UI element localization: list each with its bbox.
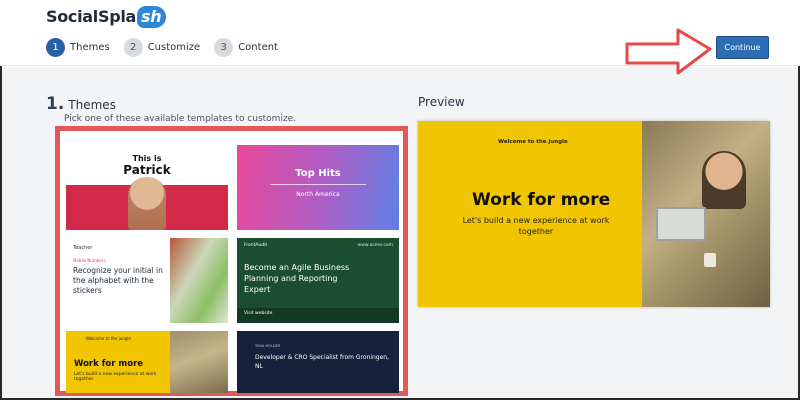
step-themes[interactable]: 1 Themes xyxy=(46,38,110,57)
preview-headline: Work for more xyxy=(472,190,611,210)
preview-photo xyxy=(642,121,770,307)
card-footer: Visit website xyxy=(237,308,399,323)
template-card-top-hits[interactable]: Top Hits North America xyxy=(237,145,399,230)
template-card-teacher[interactable]: Teacher Mobile Numbers Recognize your in… xyxy=(66,238,228,323)
card-photo xyxy=(170,238,228,323)
preview-brand: Welcome to the jungle xyxy=(498,139,568,145)
template-card-frontaudit[interactable]: FrontAudit www.acme.com Become an Agile … xyxy=(237,238,399,323)
card-brand: Welcome to the jungle xyxy=(86,336,131,341)
card-title: Top Hits xyxy=(295,168,341,179)
card-title: Work for more xyxy=(74,359,144,369)
cup-graphic xyxy=(704,253,716,267)
step-number: 1 xyxy=(46,38,65,57)
card-subtitle: North America xyxy=(296,191,340,198)
card-line2: Patrick xyxy=(123,163,171,177)
logo[interactable]: SocialSpla sh xyxy=(46,6,167,28)
logo-text: SocialSpla xyxy=(46,7,137,26)
divider xyxy=(270,184,366,185)
annotation-arrow-icon xyxy=(625,28,712,75)
card-footer-text: Visit website xyxy=(244,311,273,316)
card-photo xyxy=(170,331,228,393)
laptop-graphic xyxy=(656,207,706,241)
themes-number: 1. xyxy=(46,94,65,114)
card-brand: FrontAudit xyxy=(244,243,268,248)
step-number: 3 xyxy=(214,38,234,57)
preview-yellow-panel: Welcome to the jungle Work for more Let'… xyxy=(418,121,642,307)
themes-subtitle: Pick one of these available templates to… xyxy=(64,114,297,124)
person-photo xyxy=(128,177,166,230)
step-label: Themes xyxy=(70,42,110,53)
card-brand: Teacher xyxy=(73,245,93,251)
card-line1: This is xyxy=(132,154,162,163)
step-label: Content xyxy=(238,42,278,53)
step-content[interactable]: 3 Content xyxy=(214,38,278,57)
preview-subline: Let's build a new experience at work tog… xyxy=(462,216,610,236)
card-text: Developer & CRO Specialist from Groninge… xyxy=(255,354,390,370)
preview-panel: Welcome to the jungle Work for more Let'… xyxy=(418,121,770,307)
continue-button[interactable]: Continue xyxy=(716,36,769,59)
logo-badge: sh xyxy=(137,6,167,28)
person-photo xyxy=(702,151,746,209)
card-text: Recognize your initial in the alphabet w… xyxy=(73,266,163,295)
card-text: Become an Agile Business Planning and Re… xyxy=(244,263,350,294)
step-number: 2 xyxy=(123,38,143,57)
template-card-patrick[interactable]: This is Patrick xyxy=(66,145,228,230)
card-text: Let's build a new experience at work tog… xyxy=(74,372,157,382)
template-card-developer[interactable]: TIINA MOLDER Developer & CRO Specialist … xyxy=(237,331,399,393)
preview-title: Preview xyxy=(418,95,465,109)
card-tag: Mobile Numbers xyxy=(73,258,106,263)
themes-heading: 1. Themes xyxy=(46,94,116,114)
themes-title: Themes xyxy=(68,98,116,112)
card-name: TIINA MOLDER xyxy=(255,344,281,348)
step-progress: 1 Themes 2 Customize 3 Content xyxy=(46,38,292,57)
step-label: Customize xyxy=(147,42,201,53)
template-card-work-for-more[interactable]: Welcome to the jungle Work for more Let'… xyxy=(66,331,228,393)
step-customize[interactable]: 2 Customize xyxy=(123,38,201,57)
card-url: www.acme.com xyxy=(357,243,393,248)
